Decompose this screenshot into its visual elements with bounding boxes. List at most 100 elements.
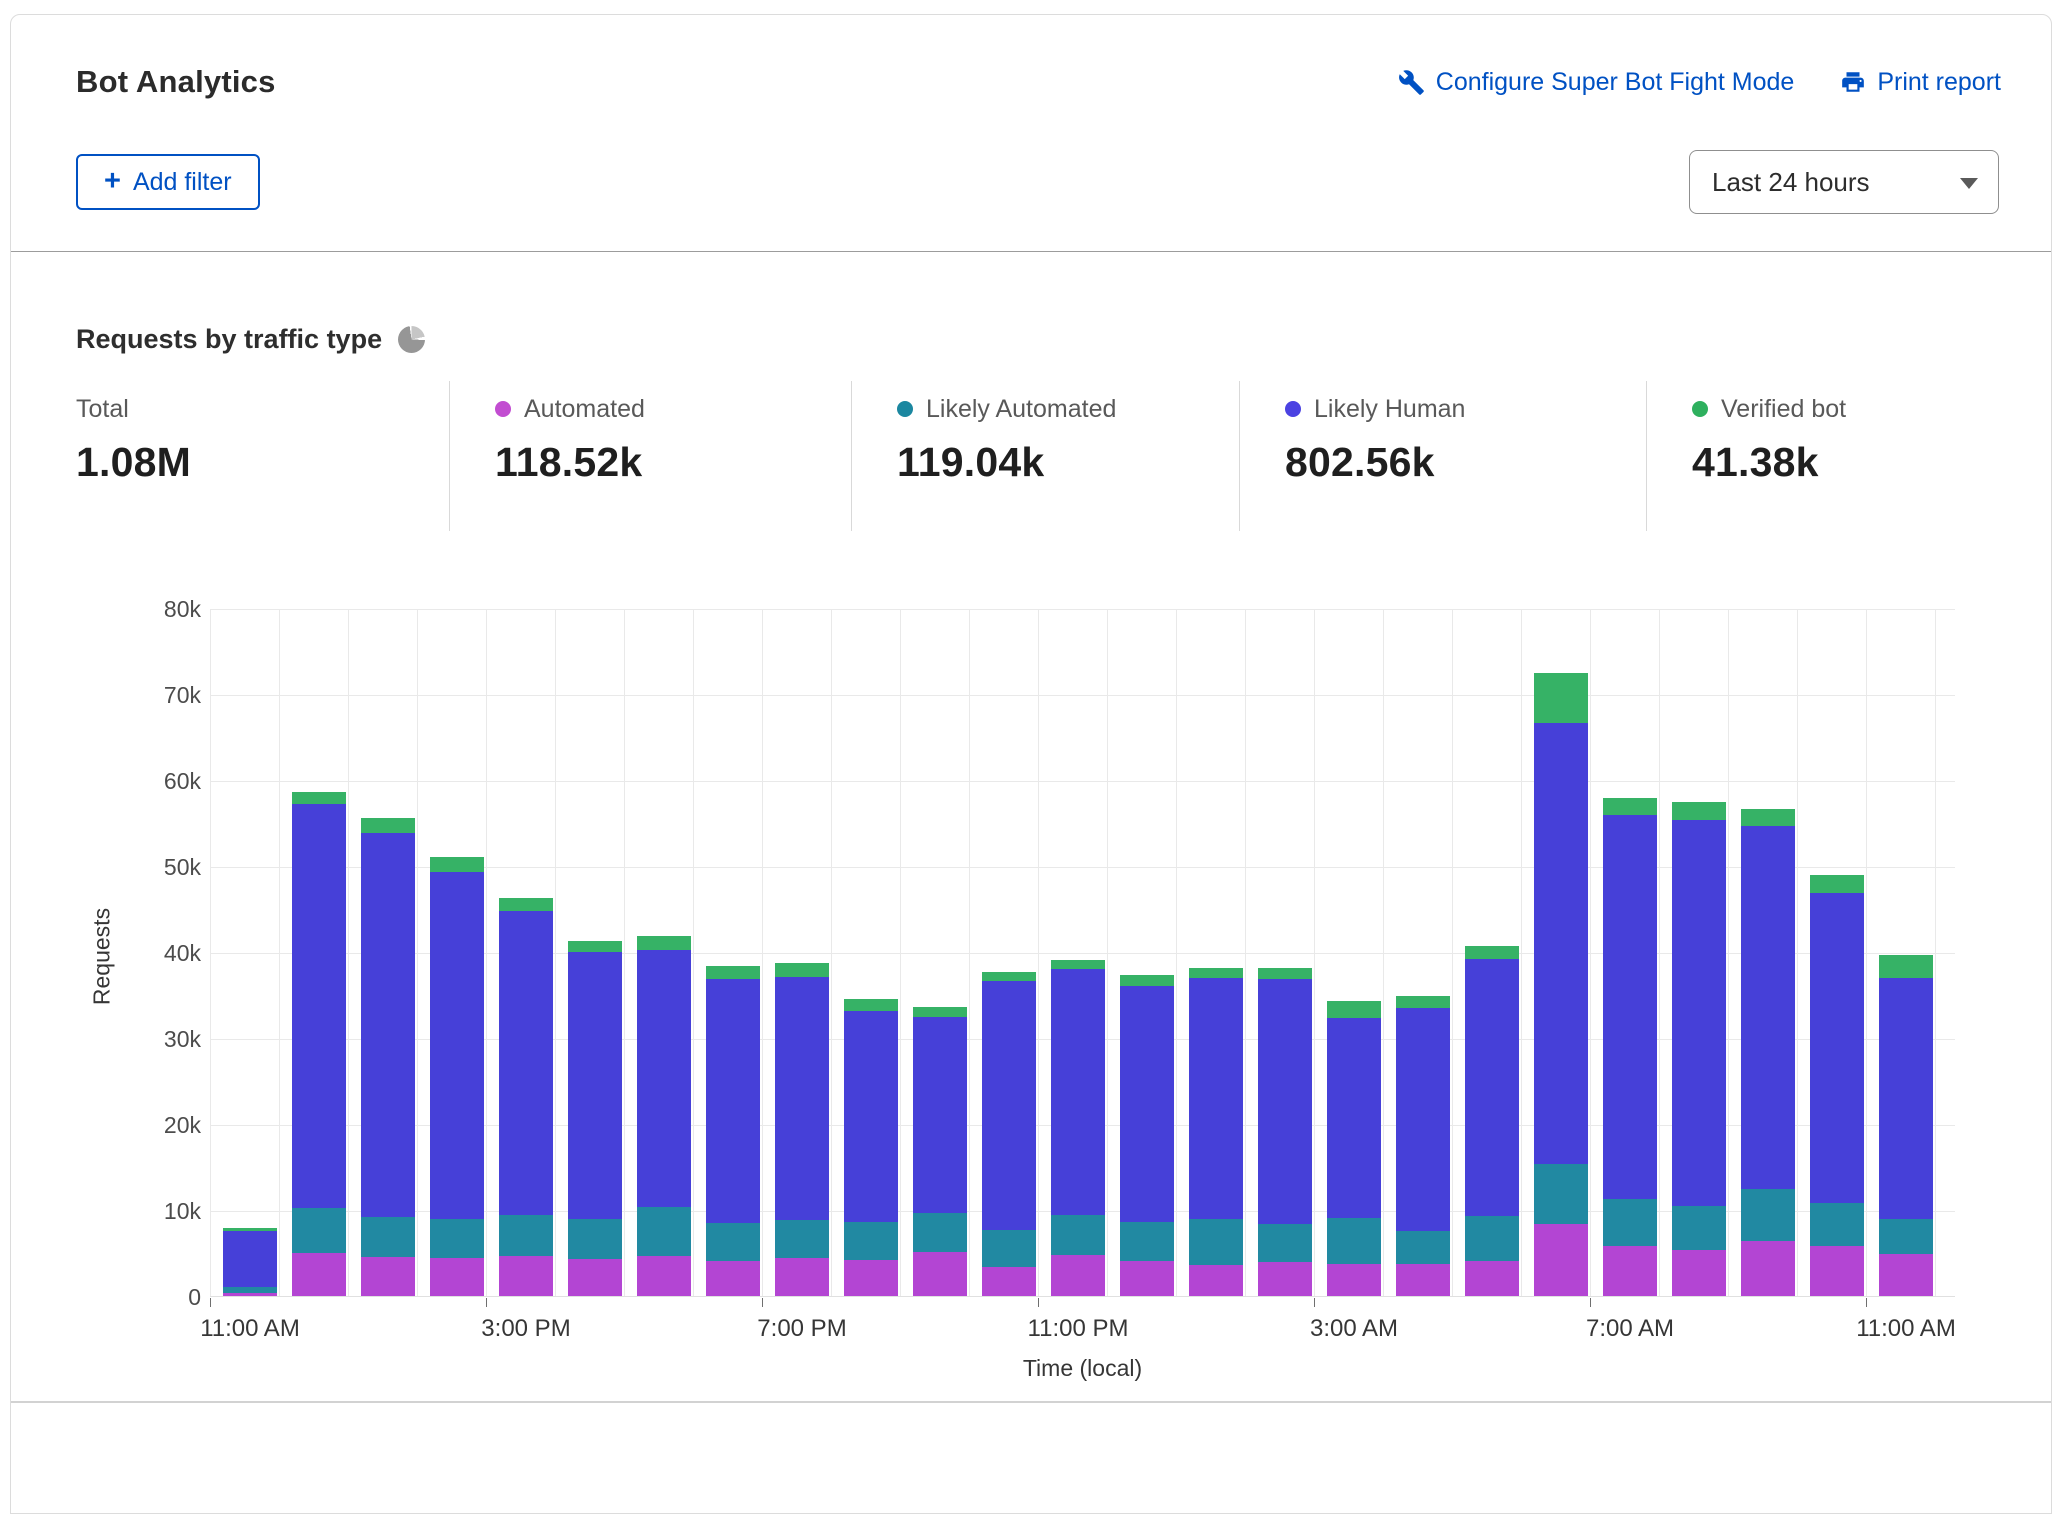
bar-segment-automated [1603, 1246, 1657, 1296]
bar-segment-verified-bot [499, 898, 553, 911]
stacked-bar-8-00-am [1672, 802, 1726, 1296]
time-range-select[interactable]: Last 24 hours [1689, 150, 1999, 214]
y-tick-label: 0 [101, 1284, 201, 1311]
stat-likely-human: Likely Human 802.56k [1239, 381, 1646, 531]
bar-segment-likely-human [361, 833, 415, 1217]
bar-segment-likely-human [844, 1011, 898, 1223]
bar-segment-likely-automated [430, 1219, 484, 1259]
header: Bot Analytics Configure Super Bot Fight … [76, 61, 2001, 103]
print-report-link[interactable]: Print report [1840, 68, 2001, 97]
wrench-icon [1398, 69, 1425, 96]
bar-segment-verified-bot [637, 936, 691, 951]
stat-value: 119.04k [897, 439, 1239, 486]
stat-total: Total 1.08M [11, 381, 449, 531]
bar-segment-verified-bot [1258, 968, 1312, 979]
filter-row: + Add filter Last 24 hours [76, 151, 1999, 213]
bar-segment-likely-automated [1327, 1218, 1381, 1264]
bar-segment-automated [1741, 1241, 1795, 1296]
bar-segment-verified-bot [844, 999, 898, 1010]
automated-legend-dot [495, 401, 511, 417]
bar-segment-likely-human [1120, 986, 1174, 1223]
bar-segment-likely-human [1258, 979, 1312, 1224]
stacked-bar-7-00-am [1603, 798, 1657, 1296]
bar-segment-verified-bot [1672, 802, 1726, 819]
chevron-down-icon [1960, 178, 1978, 189]
bar-segment-likely-automated [775, 1220, 829, 1258]
bar-segment-likely-human [982, 981, 1036, 1230]
stat-label: Likely Human [1314, 395, 1465, 424]
bar-segment-likely-human [1189, 978, 1243, 1219]
y-tick-label: 40k [101, 940, 201, 967]
add-filter-label: Add filter [133, 168, 232, 197]
bar-segment-likely-human [1810, 893, 1864, 1203]
bottom-section-divider [11, 1401, 2051, 1403]
stacked-bar-1-00-am [1189, 968, 1243, 1297]
header-links: Configure Super Bot Fight Mode Print rep… [1398, 68, 2001, 97]
x-tick-mark [210, 1298, 211, 1307]
bar-segment-likely-human [1672, 820, 1726, 1206]
x-tick-mark [1866, 1298, 1867, 1307]
bar-segment-automated [1879, 1254, 1933, 1296]
bar-segment-likely-human [1603, 815, 1657, 1199]
bar-segment-automated [499, 1256, 553, 1296]
bar-segment-verified-bot [1051, 960, 1105, 969]
stacked-bar-3-00-pm [499, 898, 553, 1296]
bar-segment-likely-automated [499, 1215, 553, 1256]
printer-icon [1840, 69, 1866, 95]
x-tick-mark [486, 1298, 487, 1307]
bar-segment-automated [361, 1257, 415, 1296]
stacked-bar-12-00-pm [292, 792, 346, 1296]
time-range-value: Last 24 hours [1712, 167, 1870, 198]
bar-segment-likely-human [1879, 978, 1933, 1219]
stacked-bar-9-00-am [1741, 809, 1795, 1296]
x-tick-mark [1038, 1298, 1039, 1307]
bar-segment-verified-bot [430, 857, 484, 872]
bar-segment-likely-automated [1258, 1224, 1312, 1263]
plot-area [210, 609, 1955, 1297]
bar-segment-automated [1327, 1264, 1381, 1296]
bar-segment-likely-human [1465, 959, 1519, 1216]
plus-icon: + [104, 167, 121, 196]
bar-segment-likely-human [913, 1017, 967, 1213]
bar-segment-verified-bot [982, 972, 1036, 981]
bar-segment-verified-bot [361, 818, 415, 833]
stat-value: 1.08M [76, 439, 449, 486]
stacked-bar-10-00-pm [982, 972, 1036, 1296]
stacked-bar-9-00-pm [913, 1007, 967, 1296]
bar-segment-verified-bot [1189, 968, 1243, 978]
stat-verified-bot: Verified bot 41.38k [1646, 381, 2051, 531]
bar-segment-automated [1258, 1262, 1312, 1296]
stacked-bar-5-00-am [1465, 946, 1519, 1296]
bar-segment-automated [913, 1252, 967, 1296]
bar-segment-automated [1672, 1250, 1726, 1296]
bar-segment-likely-automated [706, 1223, 760, 1261]
stacked-bar-8-00-pm [844, 999, 898, 1296]
stat-label: Likely Automated [926, 395, 1116, 424]
bar-segment-likely-automated [637, 1207, 691, 1256]
bar-segment-automated [775, 1258, 829, 1296]
stacked-bar-11-00-am [1879, 955, 1933, 1296]
bar-segment-likely-automated [1603, 1199, 1657, 1246]
stat-automated: Automated 118.52k [449, 381, 851, 531]
bar-segment-automated [706, 1261, 760, 1296]
bar-segment-likely-automated [361, 1217, 415, 1257]
bar-segment-likely-automated [1120, 1222, 1174, 1261]
stacked-bar-6-00-pm [706, 966, 760, 1296]
stat-label: Total [76, 395, 129, 424]
configure-super-bot-fight-mode-link[interactable]: Configure Super Bot Fight Mode [1398, 68, 1795, 97]
stacked-bar-2-00-am [1258, 968, 1312, 1296]
bar-segment-likely-human [1396, 1008, 1450, 1231]
bar-segment-likely-automated [844, 1222, 898, 1260]
bar-segment-likely-human [568, 952, 622, 1219]
bar-segment-verified-bot [1327, 1001, 1381, 1018]
x-tick-label: 7:00 AM [1586, 1315, 1674, 1343]
x-tick-label: 11:00 AM [1856, 1315, 1956, 1343]
bar-segment-likely-automated [1465, 1216, 1519, 1261]
stacked-bar-6-00-am [1534, 673, 1588, 1296]
y-tick-label: 20k [101, 1112, 201, 1139]
likely-human-legend-dot [1285, 401, 1301, 417]
add-filter-button[interactable]: + Add filter [76, 154, 260, 210]
bar-segment-likely-automated [1534, 1164, 1588, 1223]
bar-segment-automated [1120, 1261, 1174, 1296]
stacked-bar-2-00-pm [430, 857, 484, 1296]
